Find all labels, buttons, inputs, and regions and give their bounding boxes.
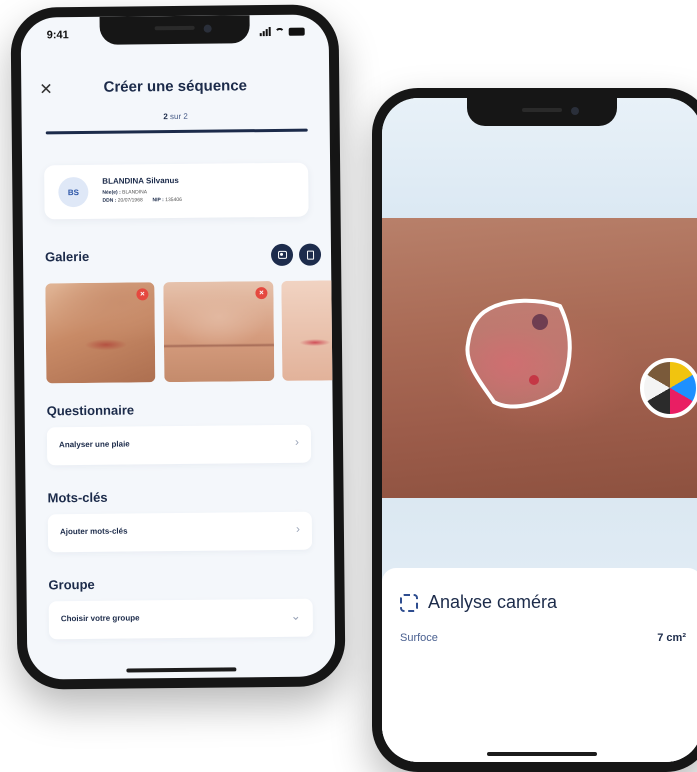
analyze-wound-row[interactable]: Analyser une plaie › xyxy=(46,424,312,466)
chevron-right-icon: › xyxy=(294,434,300,449)
group-select-label: Choisir votre groupe xyxy=(60,613,140,624)
keywords-title: Mots-clés xyxy=(47,489,108,506)
page-title: Créer une séquence xyxy=(103,77,248,96)
gallery-image-arm[interactable]: × xyxy=(45,282,156,384)
notch xyxy=(467,98,617,126)
patient-ids: DDN : 20/07/1968 NIP : 135406 xyxy=(102,197,181,204)
camera-button[interactable] xyxy=(270,243,294,267)
document-icon xyxy=(306,250,314,260)
chevron-right-icon: › xyxy=(295,521,300,536)
analyze-wound-label: Analyser une plaie xyxy=(58,439,130,450)
camera-icon xyxy=(277,250,287,259)
signal-icon xyxy=(259,27,271,37)
nip-value: 135406 xyxy=(165,196,182,204)
patient-birthname: Née(e) : BLANDINA xyxy=(102,189,147,195)
delete-icon[interactable]: × xyxy=(136,288,149,301)
nip-label: NIP : xyxy=(152,197,164,204)
home-indicator xyxy=(487,752,597,756)
step-indicator: 2 sur 2 xyxy=(22,110,330,122)
birthname-label: Née(e) : xyxy=(102,189,121,196)
analysis-title: Analyse caméra xyxy=(428,592,558,612)
analysis-card: Analyse caméra Surfoce 7 cm² xyxy=(382,568,697,762)
gallery-image-abdomen[interactable]: × xyxy=(163,280,275,383)
status-icons xyxy=(259,27,305,37)
patient-name: BLANDINA Silvanus xyxy=(102,175,179,186)
birthname-value: BLANDINA xyxy=(122,189,148,196)
chevron-down-icon: ⌄ xyxy=(290,608,301,623)
patient-card[interactable]: BS BLANDINA Silvanus Née(e) : BLANDINA D… xyxy=(44,162,309,220)
progress-bar xyxy=(45,128,308,135)
group-select[interactable]: Choisir votre groupe ⌄ xyxy=(48,598,314,640)
group-title: Groupe xyxy=(48,576,95,593)
surface-label: Surfoce xyxy=(400,632,438,644)
step-total: sur 2 xyxy=(169,111,188,122)
document-button[interactable] xyxy=(298,243,322,266)
header: ✕ Créer une séquence xyxy=(21,76,329,101)
add-keywords-label: Ajouter mots-clés xyxy=(59,526,128,537)
gallery-image-scar[interactable] xyxy=(281,280,336,381)
wound-spot xyxy=(529,375,539,385)
questionnaire-title: Questionnaire xyxy=(46,402,135,419)
home-indicator xyxy=(126,667,237,673)
notch xyxy=(99,15,250,45)
surface-value: 7 cm² xyxy=(657,632,686,644)
gallery-title: Galerie xyxy=(44,248,90,265)
ddn-label: DDN : xyxy=(102,197,117,204)
step-current: 2 xyxy=(163,112,168,122)
right-screen: Analyse caméra Surfoce 7 cm² xyxy=(382,98,697,762)
wound-spot xyxy=(532,314,548,330)
status-time: 9:41 xyxy=(46,29,69,42)
wifi-icon xyxy=(274,27,285,36)
wound-outline[interactable] xyxy=(462,294,582,414)
color-calibration-card xyxy=(640,358,697,418)
scan-icon xyxy=(400,594,418,612)
add-keywords-row[interactable]: Ajouter mots-clés › xyxy=(47,511,313,553)
left-screen: 9:41 ✕ Créer une séquence 2 sur 2 BS BLA… xyxy=(20,14,336,680)
battery-icon xyxy=(288,27,305,36)
right-phone: Analyse caméra Surfoce 7 cm² xyxy=(372,88,697,772)
ddn-value: 20/07/1968 xyxy=(117,197,143,204)
avatar: BS xyxy=(58,176,89,208)
delete-icon[interactable]: × xyxy=(255,287,268,300)
left-phone: 9:41 ✕ Créer une séquence 2 sur 2 BS BLA… xyxy=(10,4,346,690)
